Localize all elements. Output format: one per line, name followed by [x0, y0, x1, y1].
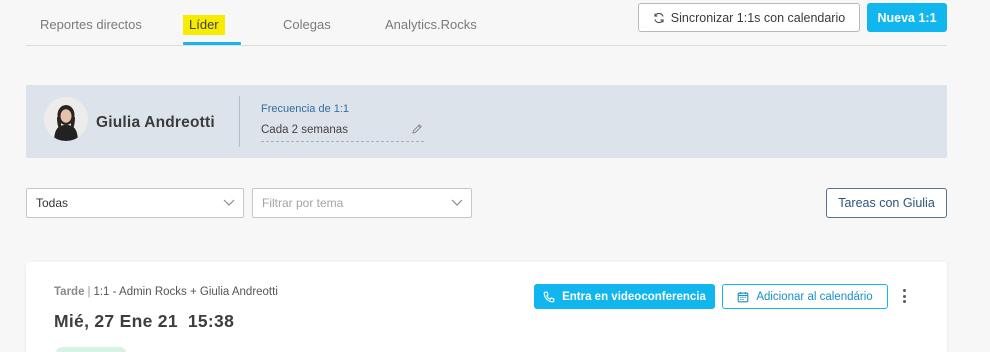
- meeting-title: 1:1 - Admin Rocks + Giulia Andreotti: [93, 286, 278, 298]
- chevron-down-icon: [451, 199, 463, 206]
- topic-filter-placeholder: Filtrar por tema: [262, 196, 344, 210]
- kebab-menu-icon[interactable]: [898, 286, 910, 306]
- status-badge: [56, 347, 126, 352]
- pencil-icon[interactable]: [411, 123, 423, 135]
- frequency-label: Frecuencia de 1:1: [261, 103, 350, 115]
- phone-icon: [543, 291, 555, 302]
- tasks-button[interactable]: Tareas con Giulia: [826, 188, 947, 218]
- tab-lider-label: Líder: [183, 15, 225, 35]
- tab-reportes-directos[interactable]: Reportes directos: [40, 17, 142, 32]
- calendar-icon: [737, 291, 749, 302]
- frequency-value[interactable]: Cada 2 semanas: [261, 124, 348, 136]
- frequency-underline: [261, 141, 424, 142]
- meeting-subtitle: Tarde | 1:1 - Admin Rocks + Giulia Andreot…: [54, 286, 278, 298]
- join-videoconference-button[interactable]: Entra en videoconferencia: [534, 284, 715, 309]
- new-one-on-one-button[interactable]: Nueva 1:1: [867, 3, 947, 32]
- profile-divider: [239, 96, 240, 147]
- tab-analytics-rocks[interactable]: Analytics.Rocks: [385, 17, 477, 32]
- meeting-time: 15:38: [187, 311, 235, 331]
- avatar: [44, 97, 88, 141]
- join-videoconference-label: Entra en videoconferencia: [562, 290, 706, 303]
- tab-colegas[interactable]: Colegas: [283, 17, 331, 32]
- meeting-card[interactable]: Tarde | 1:1 - Admin Rocks + Giulia Andreot…: [26, 262, 947, 352]
- meeting-separator: |: [87, 286, 91, 298]
- tab-lider[interactable]: Líder: [183, 15, 225, 35]
- meeting-datetime: Mié, 27 Ene 21 15:38: [54, 311, 234, 332]
- meeting-period: Tarde: [54, 286, 85, 298]
- profile-card: Giulia Andreotti Frecuencia de 1:1 Cada …: [26, 85, 947, 158]
- add-to-calendar-button[interactable]: Adicionar al calendário: [722, 284, 888, 309]
- profile-name: Giulia Andreotti: [96, 114, 215, 131]
- meeting-date: Mié, 27 Ene 21: [54, 311, 178, 331]
- sync-calendar-button[interactable]: Sincronizar 1:1s con calendario: [638, 3, 860, 32]
- active-tab-indicator: [183, 42, 241, 45]
- chevron-down-icon: [223, 199, 235, 206]
- sync-calendar-label: Sincronizar 1:1s con calendario: [670, 10, 846, 25]
- scope-select-value: Todas: [36, 196, 69, 210]
- scope-select[interactable]: Todas: [26, 188, 244, 218]
- sync-icon: [654, 12, 664, 23]
- add-to-calendar-label: Adicionar al calendário: [756, 290, 873, 303]
- topic-filter-select[interactable]: Filtrar por tema: [252, 188, 472, 218]
